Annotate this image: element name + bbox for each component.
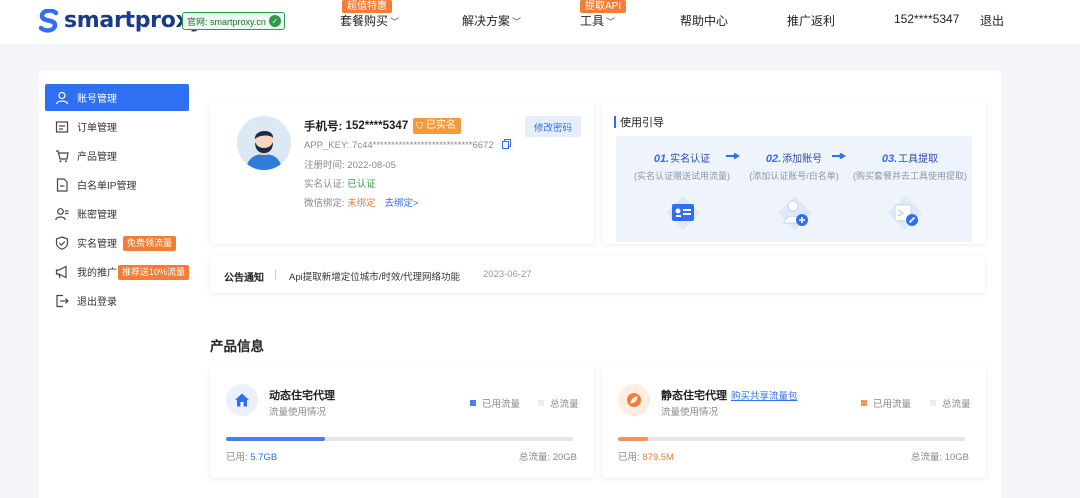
phone-row: 手机号: 152****5347 ⛉ 已实名	[304, 118, 461, 134]
announcement-bar: 公告通知 Api提取新增定位城市/时效/代理网络功能 2023-06-27	[210, 256, 985, 293]
megaphone-icon	[55, 265, 69, 279]
chevron-down-icon: ﹀	[512, 17, 522, 27]
chevron-down-icon: ﹀	[390, 17, 400, 27]
usage-progress-bar	[618, 437, 965, 441]
official-site-badge[interactable]: 官网: smartproxy.cn ✓	[182, 12, 285, 30]
sidebar-item-account[interactable]: 账号管理	[45, 84, 189, 111]
announcement-date: 2023-06-27	[483, 269, 532, 280]
product-name: 动态住宅代理	[269, 390, 335, 402]
smartproxy-logo-icon	[38, 7, 60, 33]
sidebar-item-products[interactable]: 产品管理	[45, 142, 189, 169]
sidebar-item-orders[interactable]: 订单管理	[45, 113, 189, 140]
tool-extract-icon	[888, 196, 922, 230]
register-date-row: 注册时间: 2022-08-05	[304, 160, 396, 171]
total-amount: 总流量: 20GB	[518, 452, 577, 463]
id-card-icon	[666, 196, 700, 230]
usage-progress-fill	[618, 437, 648, 441]
product-name: 静态住宅代理 购买共享流量包	[661, 390, 798, 402]
realname-status: 已认证	[347, 179, 376, 190]
usage-progress-bar	[226, 437, 573, 441]
order-icon	[55, 120, 69, 134]
user-key-icon	[55, 207, 69, 221]
nav-item-tools[interactable]: 工具 ﹀	[580, 12, 615, 29]
products-section-title: 产品信息	[210, 339, 264, 354]
sidebar: 账号管理 订单管理 产品管理 白名单IP管理 账密管理 实名管理 免费领流量 我…	[39, 71, 194, 498]
logout-icon	[55, 294, 69, 308]
product-card-dynamic: 动态住宅代理 流量使用情况 已用流量 总流量 已用: 5.7GB 总流量: 20…	[210, 366, 594, 478]
account-info-card: 手机号: 152****5347 ⛉ 已实名 修改密码 APP_KEY: 7c44…	[210, 100, 594, 244]
app-key-value: 7c44***************************6672	[352, 140, 494, 151]
arrow-right-icon	[726, 153, 740, 159]
main-panel: 手机号: 152****5347 ⛉ 已实名 修改密码 APP_KEY: 7c44…	[194, 71, 1001, 498]
product-subtitle: 流量使用情况	[661, 407, 719, 418]
chevron-down-icon: ﹀	[606, 17, 616, 27]
product-card-static: 静态住宅代理 购买共享流量包 流量使用情况 已用流量 总流量 已用: 879.5M…	[602, 366, 986, 478]
app-key-row: APP_KEY: 7c44***************************…	[304, 139, 512, 151]
brand-logo[interactable]: smartproxy	[38, 7, 204, 33]
change-password-button[interactable]: 修改密码	[525, 116, 581, 137]
user-icon	[55, 91, 69, 105]
nav-item-user-phone[interactable]: 152****5347	[894, 12, 959, 26]
phone-number: 152****5347	[345, 120, 409, 132]
document-icon	[55, 177, 69, 192]
realname-row: 实名认证: 已认证	[304, 179, 376, 190]
add-user-icon	[778, 196, 812, 230]
legend-total: 总流量	[538, 396, 579, 410]
sidebar-item-logout[interactable]: 退出登录	[45, 287, 189, 314]
used-amount: 已用: 879.5M	[618, 452, 674, 463]
wechat-row: 微信绑定: 未绑定 去绑定>	[304, 198, 419, 209]
nav-item-logout[interactable]: 退出	[980, 12, 1004, 29]
nav-item-referral[interactable]: 推广返利	[787, 12, 835, 29]
avatar	[237, 116, 291, 170]
sidebar-item-whitelist[interactable]: 白名单IP管理	[45, 171, 189, 198]
verified-badge: ⛉ 已实名	[413, 118, 461, 134]
usage-guide-card: 使用引导 01.实名认证 (实名认证赠送试用流量) 02.添加账号 (添加认证账…	[602, 100, 986, 244]
usage-progress-fill	[226, 437, 325, 441]
used-amount: 已用: 5.7GB	[226, 452, 278, 463]
guide-steps: 01.实名认证 (实名认证赠送试用流量) 02.添加账号 (添加认证账号/白名单…	[616, 136, 972, 242]
sidebar-item-credentials[interactable]: 账密管理	[45, 200, 189, 227]
arrow-right-icon	[832, 153, 846, 159]
shield-check-icon	[55, 235, 69, 250]
legend-used: 已用流量	[861, 396, 911, 410]
legend-total: 总流量	[930, 396, 971, 410]
guide-title: 使用引导	[614, 114, 664, 130]
product-subtitle: 流量使用情况	[269, 407, 327, 418]
bind-wechat-link[interactable]: 去绑定>	[384, 198, 418, 209]
announcement-text[interactable]: Api提取新增定位城市/时效/代理网络功能	[289, 269, 460, 283]
total-amount: 总流量: 10GB	[910, 452, 969, 463]
guide-step-3[interactable]: 03.工具提取 (购买套餐并去工具使用提取)	[848, 150, 972, 182]
referral-bonus-badge[interactable]: 推荐送10%流量	[118, 265, 190, 280]
buy-traffic-package-link[interactable]: 购买共享流量包	[731, 391, 798, 402]
announcement-label: 公告通知	[224, 273, 264, 284]
leaf-icon	[618, 384, 650, 416]
nav-item-packages[interactable]: 套餐购买 ﹀	[340, 12, 399, 29]
check-icon: ✓	[268, 15, 281, 27]
copy-icon[interactable]	[502, 139, 512, 149]
legend-used: 已用流量	[470, 396, 520, 410]
top-navbar: smartproxy 官网: smartproxy.cn ✓ 超值特惠 套餐购买…	[0, 0, 1080, 44]
home-icon	[226, 384, 258, 416]
guide-step-1[interactable]: 01.实名认证 (实名认证赠送试用流量)	[628, 150, 736, 182]
nav-item-solutions[interactable]: 解决方案 ﹀	[462, 12, 521, 29]
nav-item-help[interactable]: 帮助中心	[680, 12, 728, 29]
wechat-status: 未绑定	[347, 198, 376, 209]
shield-icon: ⛉	[416, 121, 423, 131]
cart-icon	[55, 149, 69, 163]
free-traffic-badge[interactable]: 免费领流量	[123, 236, 177, 251]
